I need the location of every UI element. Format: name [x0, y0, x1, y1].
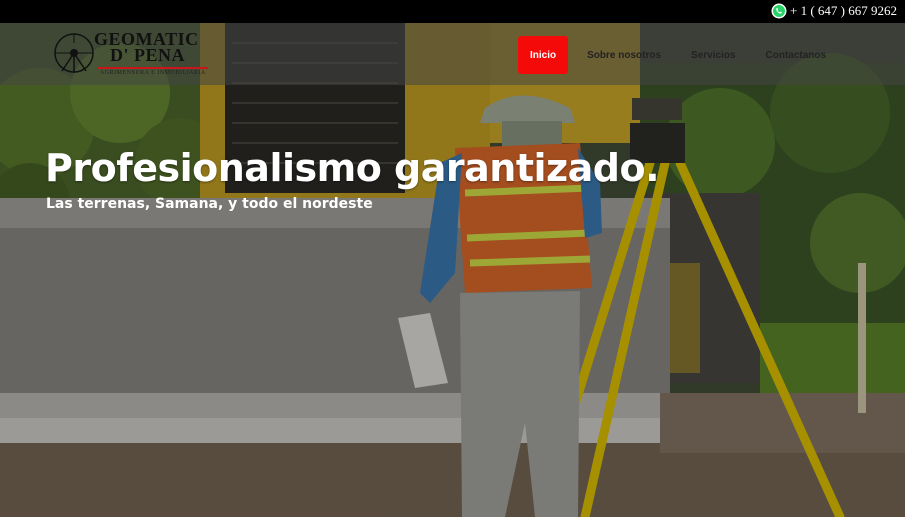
compass-emblem-icon [54, 33, 94, 73]
whatsapp-icon [771, 3, 787, 19]
nav-item-servicios[interactable]: Servicios [676, 36, 750, 74]
nav-item-sobre-nosotros[interactable]: Sobre nosotros [572, 36, 676, 74]
hero-overlay [0, 23, 905, 517]
logo-tagline: AGRIMENSURA E INMOBILIARIA [100, 70, 206, 76]
top-bar: + 1 ( 647 ) 667 9262 [0, 0, 905, 23]
hero-section: GEOMATIC D' PENA AGRIMENSURA E INMOBILIA… [0, 23, 905, 517]
phone-number: + 1 ( 647 ) 667 9262 [790, 3, 897, 18]
nav-item-inicio[interactable]: Inicio [518, 36, 569, 74]
phone-contact[interactable]: + 1 ( 647 ) 667 9262 [771, 3, 897, 19]
hero-headline: Profesionalismo garantizado. [45, 146, 660, 190]
logo-underline [98, 67, 208, 69]
site-logo[interactable]: GEOMATIC D' PENA AGRIMENSURA E INMOBILIA… [52, 29, 212, 79]
navbar: GEOMATIC D' PENA AGRIMENSURA E INMOBILIA… [0, 23, 905, 85]
main-nav: Inicio Sobre nosotros Servicios Contacta… [518, 36, 841, 74]
hero-subline: Las terrenas, Samana, y todo el nordeste [46, 196, 373, 212]
nav-item-contactanos[interactable]: Contactanos [751, 36, 842, 74]
logo-title-line2: D' PENA [110, 45, 185, 65]
